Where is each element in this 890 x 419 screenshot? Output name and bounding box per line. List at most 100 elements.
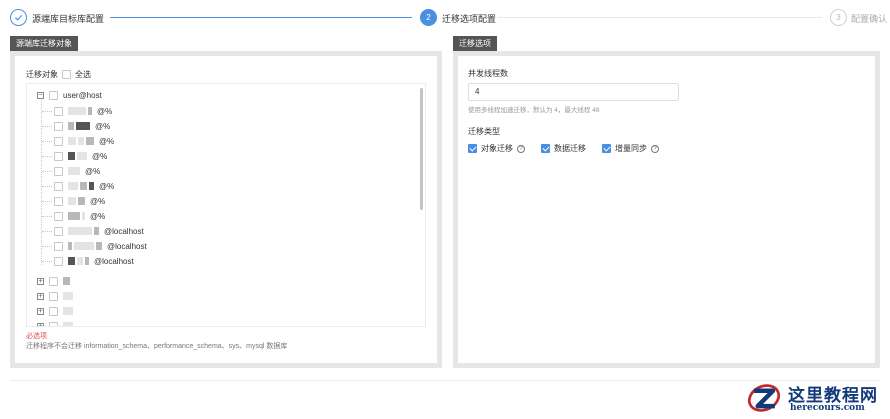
tree-collapsed-node[interactable]: + [37,289,73,303]
type-incremental-checkbox[interactable] [602,144,611,153]
object-tree[interactable]: − user@host @% @% @% @% @% @% @% @% @localhost @l… [26,83,426,327]
tree-guide-line [42,186,52,187]
tree-root-row[interactable]: − user@host [37,88,102,102]
tree-item[interactable]: @% [54,134,114,148]
tree-item[interactable]: @% [54,104,112,118]
step-2-label[interactable]: 迁移选项配置 [442,12,496,25]
expand-icon[interactable]: + [37,292,44,300]
type-incremental-label: 增量同步 [615,144,647,153]
tree-guide-line [42,156,52,157]
tree-item[interactable]: @localhost [54,254,134,268]
type-object-option[interactable]: 对象迁移 ? [468,143,525,154]
redacted-name [68,167,80,175]
tree-guide-line [42,246,52,247]
tree-item[interactable]: @% [54,209,105,223]
tree-node-checkbox[interactable] [49,276,58,286]
tree-guide-line [42,111,52,112]
expand-icon[interactable]: + [37,322,44,326]
redacted-name [68,122,90,130]
migrate-object-label: 迁移对象 [26,70,58,79]
tree-item-checkbox[interactable] [54,151,63,161]
select-all-label[interactable]: 全选 [75,69,91,80]
redacted-name [63,322,73,326]
tree-node-checkbox[interactable] [49,291,58,301]
tree-item-label: @localhost [107,241,147,251]
step-1-check-icon[interactable] [10,9,27,26]
step-connector-1 [110,17,412,18]
tree-collapsed-node[interactable]: + [37,304,73,318]
tree-guide-line [42,126,52,127]
tree-collapsed-node[interactable]: + [37,319,73,326]
help-icon[interactable]: ? [517,144,525,153]
tree-scrollbar[interactable] [420,88,423,210]
help-icon[interactable]: ? [651,144,659,153]
watermark-logo-icon [747,384,781,412]
watermark-url: herecours.com [790,403,865,413]
redacted-name [68,227,99,235]
migration-type-group: 对象迁移 ? 数据迁移 增量同步 ? [468,143,671,154]
tree-item[interactable]: @% [54,164,100,178]
tree-item-checkbox[interactable] [54,211,63,221]
tree-guide-line [42,201,52,202]
step-3-label[interactable]: 配置确认 [851,12,887,25]
tree-item-checkbox[interactable] [54,181,63,191]
redacted-name [68,107,92,115]
source-objects-tab: 源端库迁移对象 [10,36,78,51]
tree-item[interactable]: @% [54,119,110,133]
redacted-name [68,212,85,220]
collapse-icon[interactable]: − [37,91,44,99]
steps-bar: 源端库目标库配置 2 迁移选项配置 3 配置确认 [0,0,890,36]
tree-item-checkbox[interactable] [54,166,63,176]
tree-item-label: @% [92,151,108,161]
type-data-checkbox[interactable] [541,144,550,153]
tree-item-label: @% [90,211,106,221]
select-all-checkbox[interactable] [62,70,71,79]
tree-item-checkbox[interactable] [54,196,63,206]
type-object-label: 对象迁移 [481,144,513,153]
tree-item-label: @% [99,136,115,146]
tree-item-checkbox[interactable] [54,226,63,236]
tree-node-checkbox[interactable] [49,321,58,326]
tree-item-checkbox[interactable] [54,106,63,116]
migration-type-label: 迁移类型 [468,127,500,136]
tree-guide-line [42,171,52,172]
redacted-name [68,152,87,160]
redacted-name [68,137,94,145]
step-1-label[interactable]: 源端库目标库配置 [32,12,104,25]
tree-collapsed-node[interactable]: + [37,274,70,288]
tree-item-checkbox[interactable] [54,256,63,266]
tree-item[interactable]: @localhost [54,224,144,238]
expand-icon[interactable]: + [37,277,44,285]
redacted-name [68,182,94,190]
tree-guide-line [42,141,52,142]
tree-item[interactable]: @% [54,179,114,193]
type-data-option[interactable]: 数据迁移 [541,143,586,154]
tree-item-checkbox[interactable] [54,241,63,251]
tree-node-checkbox[interactable] [49,306,58,316]
tree-item-label: @% [97,106,113,116]
exclusion-hint: 迁移程序不会迁移 information_schema、performance_… [26,343,288,350]
tree-item-checkbox[interactable] [54,136,63,146]
type-object-checkbox[interactable] [468,144,477,153]
tree-item-label: @localhost [94,256,134,266]
threads-input[interactable]: 4 [468,83,679,101]
expand-icon[interactable]: + [37,307,44,315]
migration-options-tab: 迁移选项 [453,36,497,51]
type-incremental-option[interactable]: 增量同步 ? [602,143,659,154]
step-3-number[interactable]: 3 [830,9,847,26]
step-2-number[interactable]: 2 [420,9,437,26]
tree-item[interactable]: @% [54,194,105,208]
tree-item-checkbox[interactable] [54,121,63,131]
redacted-name [68,242,102,250]
redacted-name [63,307,73,315]
tree-item[interactable]: @localhost [54,239,147,253]
tree-root-checkbox[interactable] [49,90,58,100]
tree-item[interactable]: @% [54,149,107,163]
migration-options-panel: 并发线程数 4 使用多线程加速迁移，默认为 4，最大线程 48 迁移类型 对象迁… [453,51,880,368]
source-objects-card: 迁移对象 全选 − user@host @% @% @% @% @% @% @% @% @loc… [15,56,437,363]
tree-guide-line [42,231,52,232]
site-watermark: 这里教程网 herecours.com [740,377,890,419]
redacted-name [63,277,70,285]
migrate-object-header: 迁移对象 全选 [26,69,91,80]
redacted-name [68,197,85,205]
